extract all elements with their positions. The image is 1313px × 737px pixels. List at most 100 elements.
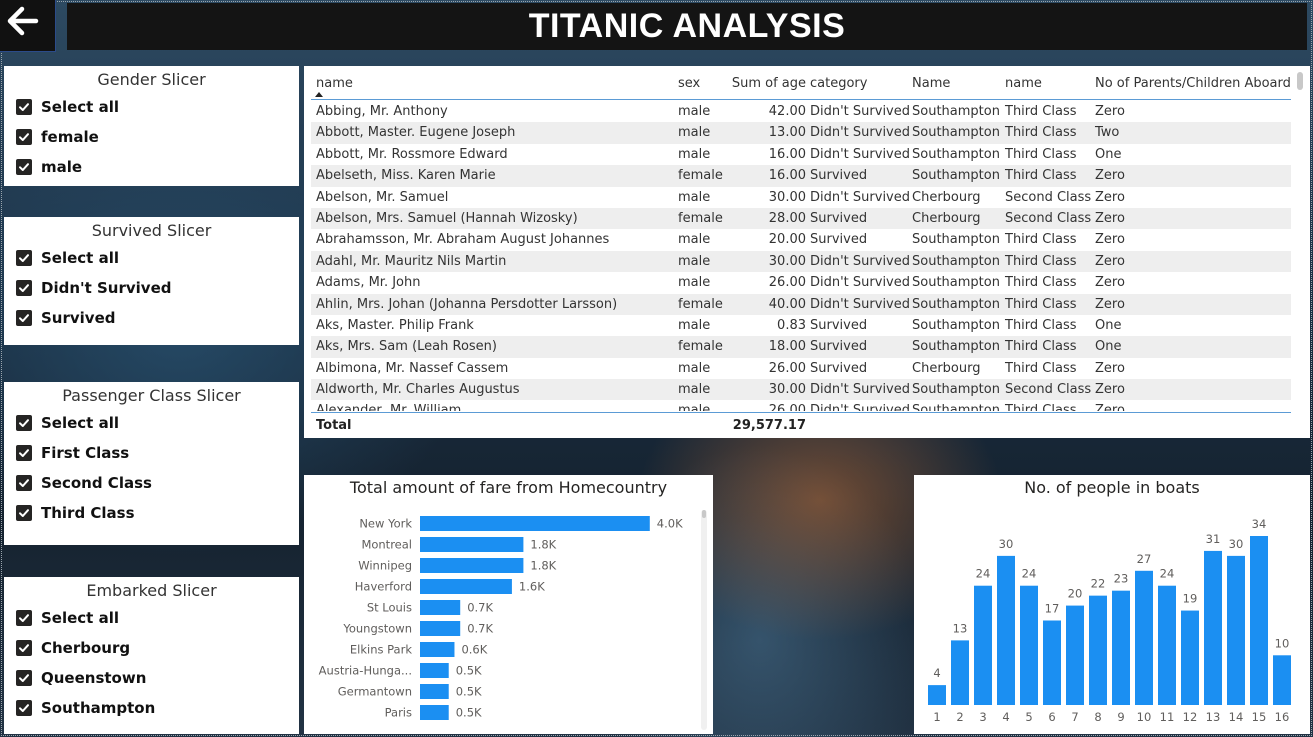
table-cell: Abelson, Mr. Samuel <box>316 189 449 205</box>
slicer-option[interactable]: Didn't Survived <box>4 273 299 303</box>
col-header-parents-children[interactable]: No of Parents/Children Aboard <box>1095 76 1291 91</box>
table-row[interactable]: Aks, Mrs. Sam (Leah Rosen) female 18.00 Sur… <box>311 336 1291 358</box>
table-cell: Zero <box>1095 168 1125 184</box>
table-cell: Didn't Survived <box>810 296 911 312</box>
checkbox-checked-icon[interactable] <box>16 99 32 115</box>
slicer-option[interactable]: Queenstown <box>4 663 299 693</box>
col-header-sum-of-age[interactable]: Sum of age <box>731 76 806 91</box>
slicer-option-label: Select all <box>41 414 119 432</box>
table-cell: Survived <box>810 317 868 333</box>
slicer-option-label: male <box>41 158 83 176</box>
table-cell: Didn't Survived <box>810 125 911 141</box>
fare-chart-scroll-thumb[interactable] <box>702 510 706 518</box>
col-header-embarked[interactable]: Name <box>912 76 950 91</box>
table-row[interactable]: Adahl, Mr. Mauritz Nils Martin male 30.00 D… <box>311 250 1291 273</box>
fare-chart-scrollbar[interactable] <box>701 510 707 730</box>
checkbox-checked-icon[interactable] <box>16 445 32 461</box>
fare-bar <box>420 579 512 594</box>
col-header-class[interactable]: name <box>1005 76 1042 91</box>
table-cell: female <box>678 168 723 184</box>
table-cell: Southampton <box>912 232 1000 248</box>
checkbox-checked-icon[interactable] <box>16 505 32 521</box>
slicer-option[interactable]: First Class <box>4 438 299 468</box>
checkbox-checked-icon[interactable] <box>16 415 32 431</box>
table-body[interactable]: Abbing, Mr. Anthony male 42.00 Didn't Survi… <box>311 101 1291 411</box>
slicer-option[interactable]: Southampton <box>4 693 299 723</box>
table-cell: Southampton <box>912 253 1000 269</box>
table-row[interactable]: Abelson, Mr. Samuel male 30.00 Didn't Survi… <box>311 187 1291 208</box>
table-row[interactable]: Abbing, Mr. Anthony male 42.00 Didn't Survi… <box>311 101 1291 122</box>
fare-bar <box>420 600 461 615</box>
table-cell: Albimona, Mr. Nassef Cassem <box>316 360 509 376</box>
table-row[interactable]: Alexander, Mr. William male 26.00 Didn't Su… <box>311 400 1291 411</box>
table-cell: Didn't Survived <box>810 403 911 411</box>
table-cell: Southampton <box>912 125 1000 141</box>
table-cell: Zero <box>1095 210 1125 226</box>
checkbox-checked-icon[interactable] <box>16 475 32 491</box>
table-cell: Aks, Master. Philip Frank <box>316 317 474 333</box>
slicer-option[interactable]: Select all <box>4 408 299 438</box>
table-cell: 18.00 <box>768 339 806 355</box>
fare-bar <box>420 642 455 657</box>
boat-bar <box>1158 585 1176 705</box>
table-row[interactable]: Abelseth, Miss. Karen Marie female 16.00 Su… <box>311 165 1291 187</box>
table-cell: Zero <box>1095 253 1125 269</box>
boat-bar <box>1181 610 1199 705</box>
gender-slicer: Gender Slicer Select all female male <box>4 66 299 186</box>
checkbox-checked-icon[interactable] <box>16 159 32 175</box>
col-header-category[interactable]: category <box>810 76 867 91</box>
slicer-option[interactable]: Third Class <box>4 498 299 528</box>
checkbox-checked-icon[interactable] <box>16 310 32 326</box>
table-row[interactable]: Adams, Mr. John male 26.00 Didn't Survived S… <box>311 272 1291 293</box>
table-scrollbar[interactable] <box>1297 72 1303 90</box>
slicer-option[interactable]: male <box>4 152 299 182</box>
table-cell: Zero <box>1095 296 1125 312</box>
fare-bar <box>420 663 449 678</box>
col-header-name[interactable]: name <box>316 76 353 91</box>
checkbox-checked-icon[interactable] <box>16 640 32 656</box>
checkbox-checked-icon[interactable] <box>16 129 32 145</box>
slicer-option[interactable]: Select all <box>4 243 299 273</box>
table-cell: 26.00 <box>768 360 806 376</box>
table-row[interactable]: Abbott, Master. Eugene Joseph male 13.00 Di… <box>311 122 1291 144</box>
table-cell: Survived <box>810 168 868 184</box>
table-cell: Two <box>1095 125 1120 141</box>
table-cell: 0.83 <box>777 317 806 333</box>
slicer-option[interactable]: female <box>4 122 299 152</box>
table-row[interactable]: Aldworth, Mr. Charles Augustus male 30.00 D… <box>311 379 1291 401</box>
fare-category-label: Haverford <box>355 580 412 594</box>
table-cell: male <box>678 403 711 411</box>
table-cell: Zero <box>1095 360 1125 376</box>
table-row[interactable]: Abrahamsson, Mr. Abraham August Johannes… <box>311 229 1291 250</box>
table-cell: Zero <box>1095 403 1125 411</box>
boats-chart: No. of people in boats 4 1 13 2 24 3 30 4 24 5 17 6… <box>914 475 1310 734</box>
table-cell: Southampton <box>912 104 1000 119</box>
checkbox-checked-icon[interactable] <box>16 700 32 716</box>
table-cell: 30.00 <box>768 382 806 398</box>
table-row[interactable]: Abbott, Mr. Rossmore Edward male 16.00 Didn… <box>311 144 1291 165</box>
checkbox-checked-icon[interactable] <box>16 280 32 296</box>
slicer-option[interactable]: Survived <box>4 303 299 333</box>
back-button[interactable] <box>4 4 42 38</box>
table-cell: Abrahamsson, Mr. Abraham August Johannes <box>316 232 610 248</box>
table-row[interactable]: Aks, Master. Philip Frank male 0.83 Survive… <box>311 315 1291 336</box>
checkbox-checked-icon[interactable] <box>16 250 32 266</box>
table-row[interactable]: Ahlin, Mrs. Johan (Johanna Persdotter La… <box>311 293 1291 315</box>
fare-bar <box>420 558 524 573</box>
table-cell: Alexander, Mr. William <box>316 403 462 411</box>
table-row[interactable]: Abelson, Mrs. Samuel (Hannah Wizosky) fem… <box>311 207 1291 230</box>
table-cell: Second Class <box>1005 189 1092 205</box>
checkbox-checked-icon[interactable] <box>16 610 32 626</box>
slicer-option[interactable]: Select all <box>4 603 299 633</box>
boat-data-label: 24 <box>976 567 991 581</box>
fare-category-label: Youngstown <box>342 622 412 636</box>
table-cell: Second Class <box>1005 382 1092 398</box>
slicer-option[interactable]: Cherbourg <box>4 633 299 663</box>
fare-bar <box>420 537 524 552</box>
col-header-sex[interactable]: sex <box>678 76 700 91</box>
slicer-option[interactable]: Second Class <box>4 468 299 498</box>
table-row[interactable]: Albimona, Mr. Nassef Cassem male 26.00 Surv… <box>311 358 1291 379</box>
slicer-option[interactable]: Select all <box>4 92 299 122</box>
checkbox-checked-icon[interactable] <box>16 670 32 686</box>
back-arrow-icon <box>7 6 39 36</box>
